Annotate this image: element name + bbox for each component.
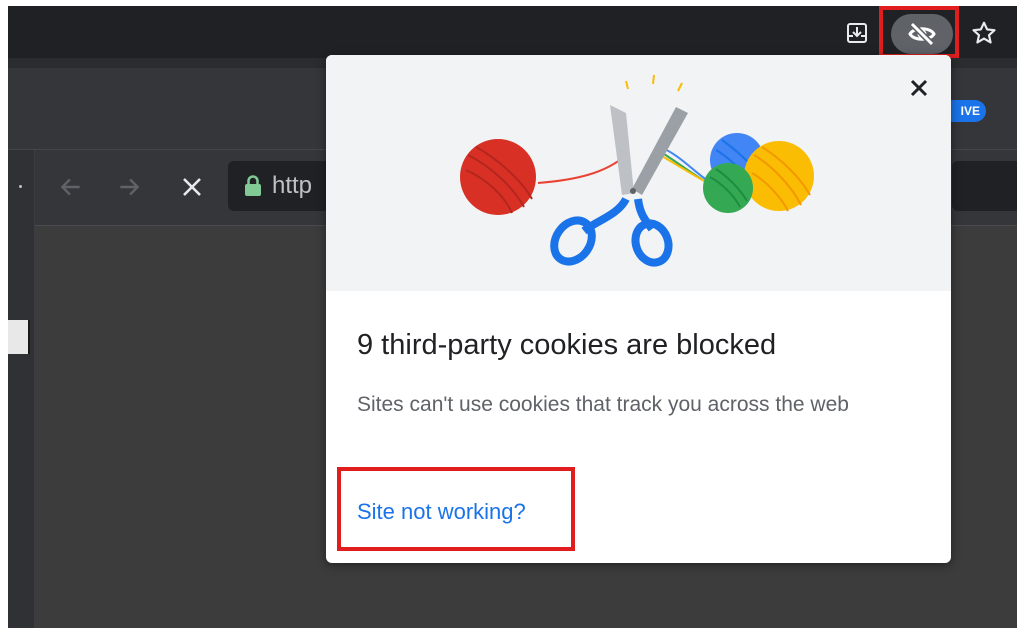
stop-icon[interactable] [175,170,209,204]
left-panel-marker [8,320,30,354]
address-url-text: http [272,172,313,199]
download-icon[interactable] [842,18,872,48]
popup-title: 9 third-party cookies are blocked [357,329,777,361]
lock-icon [244,175,262,197]
highlight-box-link [337,467,575,551]
cookie-illustration [326,55,951,291]
left-panel-dot [19,185,22,188]
highlight-box-eye [879,6,959,58]
forward-arrow-icon[interactable] [112,170,146,204]
popup-description: Sites can't use cookies that track you a… [357,393,849,416]
back-arrow-icon[interactable] [54,170,88,204]
left-panel [8,150,35,628]
close-icon[interactable] [904,73,934,103]
bookmark-star-icon[interactable] [967,16,1001,50]
yarn-scissors-illustration [460,74,814,267]
address-bar-right-edge [952,161,1017,211]
